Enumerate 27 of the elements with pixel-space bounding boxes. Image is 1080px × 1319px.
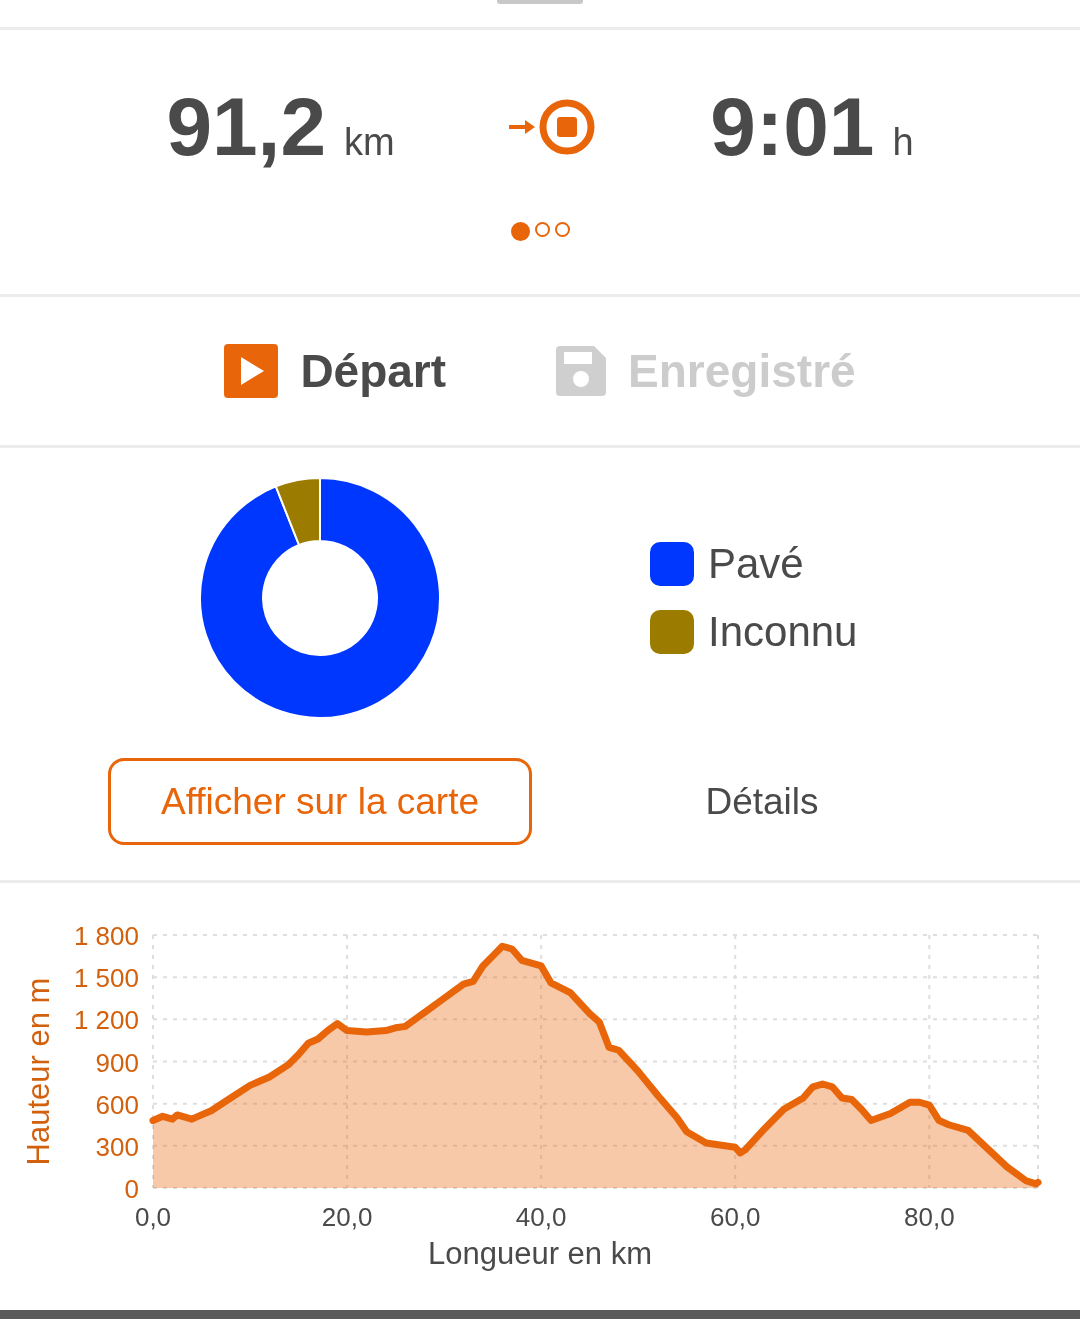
play-icon <box>224 344 279 398</box>
y-tick-label: 1 800 <box>73 921 139 951</box>
page-dot[interactable] <box>534 222 550 237</box>
x-tick-label: 0,0 <box>134 1202 172 1232</box>
legend-label: Inconnu <box>708 608 858 656</box>
y-tick-label: 1 200 <box>73 1005 139 1036</box>
distance-unit: km <box>344 121 395 164</box>
drag-handle[interactable] <box>497 0 583 4</box>
legend-label: Pavé <box>708 540 804 588</box>
duration-value: 9:01 <box>710 80 875 174</box>
y-tick-label: 600 <box>95 1089 139 1120</box>
y-tick-label: 0 <box>124 1174 139 1204</box>
tab[interactable]: Départ <box>224 344 447 398</box>
y-tick-label: 300 <box>95 1131 139 1162</box>
duration-unit: h <box>892 121 914 164</box>
y-tick-label: 1 500 <box>73 963 139 994</box>
x-tick-label: 60,0 <box>709 1202 761 1232</box>
distance-value: 91,2 <box>166 80 326 174</box>
x-tick-label: 20,0 <box>321 1202 373 1232</box>
y-tick-label: 900 <box>95 1047 139 1078</box>
x-axis-title: Longueur en km <box>428 1236 652 1271</box>
x-tick-label: 40,0 <box>515 1202 567 1232</box>
page-dot[interactable] <box>510 222 530 241</box>
y-axis-title: Hauteur en m <box>21 977 56 1166</box>
page-dot[interactable] <box>554 222 570 237</box>
details-button[interactable]: Détails <box>632 779 892 824</box>
x-tick-label: 80,0 <box>904 1202 955 1232</box>
